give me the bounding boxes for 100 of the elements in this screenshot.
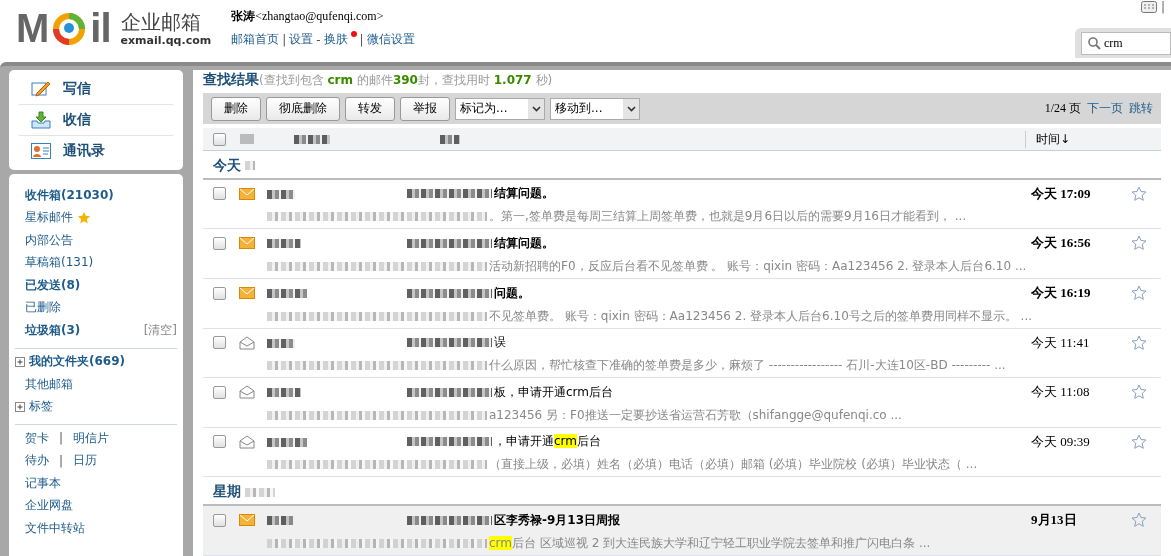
pager-link[interactable]: 跳转	[1129, 100, 1153, 118]
row-checkbox[interactable]	[213, 513, 226, 527]
star-icon[interactable]	[1131, 433, 1147, 450]
mail-time: 今天 09:39	[1031, 432, 1091, 451]
page-indicator: 1/24 页	[1044, 100, 1081, 118]
sidebar-link[interactable]: 日历	[73, 452, 98, 470]
row-checkbox[interactable]	[213, 435, 226, 449]
select-all-checkbox[interactable]	[213, 132, 226, 146]
nav-link[interactable]: 微信设置	[366, 31, 415, 48]
mail-subject: 结算问题。	[494, 186, 554, 201]
star-icon[interactable]	[1131, 334, 1147, 351]
results-title: 查找结果	[203, 71, 259, 87]
row-checkbox[interactable]	[213, 286, 226, 300]
mail-row[interactable]: 问题。 今天 16:19 不见签单费。 账号：qixin 密码：Aa123456 2. 登录本人后台6.10号之后的签单费用同样不显示。 ...	[203, 279, 1161, 329]
dropdown[interactable]: 标记为...	[455, 97, 545, 120]
mail-time: 今天 16:19	[1031, 284, 1092, 303]
row-checkbox[interactable]	[213, 236, 226, 250]
redacted-block	[267, 289, 307, 299]
redacted-block	[267, 437, 307, 447]
row-checkbox[interactable]	[213, 336, 226, 350]
separator: |	[1160, 0, 1165, 14]
caret-icon	[626, 105, 636, 112]
sidebar-link[interactable]: 待办	[25, 452, 49, 470]
group-header: 今天	[213, 156, 241, 175]
redacted-block	[245, 487, 275, 497]
mail-time: 9月13日	[1031, 511, 1078, 530]
mail-row[interactable]: 结算问题。 今天 17:09 。第一,签单费是每周三结算上周签单费，也就是9月6日以后的需要9月16日才能看到， ...	[203, 179, 1161, 230]
results-summary: (查找到包含 crm 的邮件390封，查找用时 1.077 秒)	[259, 73, 553, 87]
folder-link[interactable]: 我的文件夹(669)	[29, 353, 126, 371]
dropdown[interactable]: 移动到...	[550, 97, 640, 120]
folder-link[interactable]: 已发送(8)	[25, 276, 81, 294]
nav-link[interactable]: 设置	[289, 31, 314, 48]
search-field[interactable]: crm	[1081, 32, 1171, 55]
folder-link[interactable]: 星标邮件	[25, 209, 73, 227]
mail-preview: 活动新招聘的F0，反应后台看不见签单费 。 账号：qixin 密码：Aa123456 2. 登录本人后台6.10 ...	[489, 258, 1027, 273]
star-icon[interactable]	[1131, 512, 1147, 529]
column-header[interactable]: 时间↓	[1025, 130, 1161, 148]
separator: |	[59, 453, 64, 468]
mail-row[interactable]: 结算问题。 今天 16:56 活动新招聘的F0，反应后台看不见签单费 。 账号：qixin 密码：Aa123456 2. 登录本人后台6.10 ...	[203, 229, 1161, 280]
redacted-block	[267, 189, 295, 199]
product-name: 企业邮箱	[120, 10, 202, 34]
mail-preview: 不见签单费。 账号：qixin 密码：Aa123456 2. 登录本人后台6.10号之后的签单费用同样不显示。 ...	[489, 308, 1033, 323]
star-icon[interactable]	[1131, 384, 1147, 401]
mail-time: 今天 16:56	[1031, 234, 1092, 253]
folder-link[interactable]: 文件中转站	[25, 519, 85, 537]
sidebar-action[interactable]: 收信	[19, 105, 173, 136]
mail-time: 今天 11:08	[1031, 383, 1091, 402]
star-icon[interactable]	[1131, 235, 1147, 252]
folder-link[interactable]: 垃圾箱(3)	[25, 321, 81, 339]
logo-text: M	[16, 6, 49, 51]
nav-link[interactable]: 邮箱首页	[231, 31, 280, 48]
mail-subject: 问题。	[494, 285, 530, 300]
pager-link[interactable]: 下一页	[1087, 100, 1123, 118]
folder-link[interactable]: 企业网盘	[25, 497, 73, 515]
row-checkbox[interactable]	[213, 187, 226, 201]
sidebar-action[interactable]: 写信	[19, 74, 173, 105]
toolbar-button[interactable]: 转发	[345, 96, 395, 121]
folder-link[interactable]: 标签	[29, 398, 53, 416]
folder-link[interactable]: 已删除	[25, 299, 61, 317]
logo-ring-icon	[52, 11, 87, 46]
redacted-block	[294, 134, 330, 144]
mail-row[interactable]: 误 今天 11:41 什么原因，帮忙核查下准确的签单费是多少，麻烦了 ----------------- 石川-大连10区-BD --------- ...	[203, 328, 1161, 379]
toolbar-button[interactable]: 删除	[211, 96, 261, 121]
redacted-block	[245, 161, 255, 171]
sidebar-link[interactable]: 贺卡	[25, 429, 49, 447]
search-icon	[1088, 37, 1101, 50]
sidebar-link[interactable]: 明信片	[73, 429, 110, 447]
domain-text: exmail.qq.com	[120, 34, 212, 47]
contact-card-icon	[31, 143, 51, 159]
sidebar-action[interactable]: 通讯录	[19, 136, 173, 166]
star-icon[interactable]	[1131, 185, 1147, 202]
user-name: 张涛	[231, 9, 256, 23]
separator: |	[282, 32, 287, 47]
toolbar-button[interactable]: 彻底删除	[266, 96, 340, 121]
clear-link[interactable]: [清空]	[143, 321, 177, 339]
mail-subject: 板，申请开通crm后台	[494, 384, 613, 399]
mail-row[interactable]: 板，申请开通crm后台 今天 11:08 a123456 另：F0推送一定要抄送省运营石芳歌（shifangge@qufenqi.co ...	[203, 378, 1161, 428]
star-icon[interactable]	[1131, 285, 1147, 302]
mail-preview: 。第一,签单费是每周三结算上周签单费，也就是9月6日以后的需要9月16日才能看到， ...	[489, 209, 967, 224]
group-header: 星期	[213, 483, 241, 502]
folder-link[interactable]: 草稿箱(131)	[25, 254, 94, 272]
separator: |	[59, 431, 64, 446]
folder-link[interactable]: 其他邮箱	[25, 375, 73, 393]
mail-subject: 结算问题。	[494, 235, 554, 250]
row-checkbox[interactable]	[213, 385, 226, 399]
expand-icon[interactable]	[15, 401, 25, 412]
folder-link[interactable]: 内部公告	[25, 231, 73, 249]
keyboard-icon[interactable]	[1140, 1, 1157, 13]
folder-link[interactable]: 收件箱(21030)	[25, 186, 114, 204]
mail-preview: a123456 另：F0推送一定要抄送省运营石芳歌（shifangge@qufenqi.co ...	[489, 407, 902, 422]
mail-preview: （直接上级，必填）姓名（必填）电话（必填）邮箱 (必填）毕业院校 (必填）毕业状态（ ...	[489, 457, 978, 472]
redacted-block	[267, 239, 301, 249]
inbox-tray-icon	[31, 111, 51, 129]
toolbar-button[interactable]: 举报	[400, 96, 450, 121]
nav-link[interactable]: 换肤	[323, 31, 348, 48]
logo-text: il	[90, 6, 111, 51]
pencil-note-icon	[31, 80, 51, 98]
redacted-block	[240, 134, 254, 145]
folder-link[interactable]: 记事本	[25, 474, 61, 492]
expand-icon[interactable]	[15, 356, 25, 367]
